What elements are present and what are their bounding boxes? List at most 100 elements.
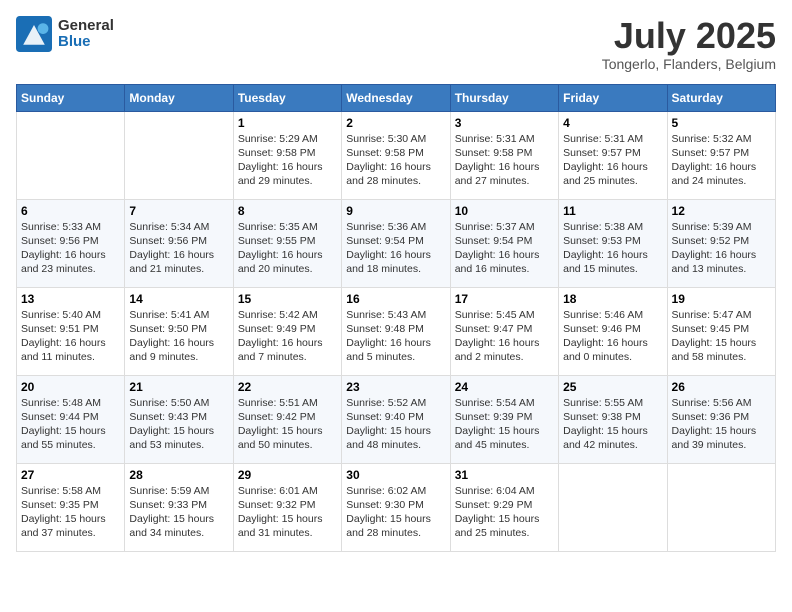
calendar-cell: 12 Sunrise: 5:39 AM Sunset: 9:52 PM Dayli… [667, 199, 775, 287]
day-number: 15 [238, 292, 337, 306]
day-number: 10 [455, 204, 554, 218]
day-number: 24 [455, 380, 554, 394]
cell-content: Sunrise: 6:04 AM Sunset: 9:29 PM Dayligh… [455, 484, 554, 541]
cell-content: Sunrise: 5:41 AM Sunset: 9:50 PM Dayligh… [129, 308, 228, 365]
calendar-week-row: 1 Sunrise: 5:29 AM Sunset: 9:58 PM Daylig… [17, 111, 776, 199]
calendar-cell [559, 463, 667, 551]
weekday-header-row: SundayMondayTuesdayWednesdayThursdayFrid… [17, 84, 776, 111]
cell-content: Sunrise: 5:48 AM Sunset: 9:44 PM Dayligh… [21, 396, 120, 453]
day-number: 16 [346, 292, 445, 306]
calendar-week-row: 13 Sunrise: 5:40 AM Sunset: 9:51 PM Dayli… [17, 287, 776, 375]
cell-content: Sunrise: 5:45 AM Sunset: 9:47 PM Dayligh… [455, 308, 554, 365]
day-number: 23 [346, 380, 445, 394]
cell-content: Sunrise: 5:37 AM Sunset: 9:54 PM Dayligh… [455, 220, 554, 277]
calendar-cell [667, 463, 775, 551]
day-number: 1 [238, 116, 337, 130]
calendar-cell: 30Sunrise: 6:02 AM Sunset: 9:30 PM Dayli… [342, 463, 450, 551]
calendar-cell: 3 Sunrise: 5:31 AM Sunset: 9:58 PM Daylig… [450, 111, 558, 199]
day-number: 6 [21, 204, 120, 218]
cell-content: Sunrise: 5:33 AM Sunset: 9:56 PM Dayligh… [21, 220, 120, 277]
calendar-cell: 24 Sunrise: 5:54 AM Sunset: 9:39 PM Dayli… [450, 375, 558, 463]
cell-content: Sunrise: 5:38 AM Sunset: 9:53 PM Dayligh… [563, 220, 662, 277]
day-number: 27 [21, 468, 120, 482]
calendar-cell: 11Sunrise: 5:38 AM Sunset: 9:53 PM Dayli… [559, 199, 667, 287]
cell-content: Sunrise: 5:52 AM Sunset: 9:40 PM Dayligh… [346, 396, 445, 453]
calendar-cell: 25 Sunrise: 5:55 AM Sunset: 9:38 PM Dayli… [559, 375, 667, 463]
day-number: 31 [455, 468, 554, 482]
cell-content: Sunrise: 6:01 AM Sunset: 9:32 PM Dayligh… [238, 484, 337, 541]
day-number: 29 [238, 468, 337, 482]
logo-line1: General [58, 18, 114, 35]
calendar-cell: 4 Sunrise: 5:31 AM Sunset: 9:57 PM Daylig… [559, 111, 667, 199]
location: Tongerlo, Flanders, Belgium [602, 56, 776, 72]
calendar-cell: 18Sunrise: 5:46 AM Sunset: 9:46 PM Dayli… [559, 287, 667, 375]
day-number: 22 [238, 380, 337, 394]
calendar-cell: 23 Sunrise: 5:52 AM Sunset: 9:40 PM Dayli… [342, 375, 450, 463]
weekday-header: Thursday [450, 84, 558, 111]
cell-content: Sunrise: 5:54 AM Sunset: 9:39 PM Dayligh… [455, 396, 554, 453]
calendar-cell: 31 Sunrise: 6:04 AM Sunset: 9:29 PM Dayli… [450, 463, 558, 551]
day-number: 28 [129, 468, 228, 482]
calendar-cell: 28Sunrise: 5:59 AM Sunset: 9:33 PM Dayli… [125, 463, 233, 551]
calendar-week-row: 27 Sunrise: 5:58 AM Sunset: 9:35 PM Dayli… [17, 463, 776, 551]
day-number: 17 [455, 292, 554, 306]
cell-content: Sunrise: 5:58 AM Sunset: 9:35 PM Dayligh… [21, 484, 120, 541]
cell-content: Sunrise: 5:51 AM Sunset: 9:42 PM Dayligh… [238, 396, 337, 453]
day-number: 5 [672, 116, 771, 130]
calendar-cell: 17 Sunrise: 5:45 AM Sunset: 9:47 PM Dayli… [450, 287, 558, 375]
month-title: July 2025 [602, 16, 776, 56]
calendar-cell: 22 Sunrise: 5:51 AM Sunset: 9:42 PM Dayli… [233, 375, 341, 463]
cell-content: Sunrise: 5:55 AM Sunset: 9:38 PM Dayligh… [563, 396, 662, 453]
calendar-cell: 26Sunrise: 5:56 AM Sunset: 9:36 PM Dayli… [667, 375, 775, 463]
cell-content: Sunrise: 5:43 AM Sunset: 9:48 PM Dayligh… [346, 308, 445, 365]
calendar-table: SundayMondayTuesdayWednesdayThursdayFrid… [16, 84, 776, 552]
weekday-header: Wednesday [342, 84, 450, 111]
day-number: 25 [563, 380, 662, 394]
calendar-cell: 15 Sunrise: 5:42 AM Sunset: 9:49 PM Dayli… [233, 287, 341, 375]
cell-content: Sunrise: 5:31 AM Sunset: 9:57 PM Dayligh… [563, 132, 662, 189]
logo-text: General Blue [58, 18, 114, 51]
cell-content: Sunrise: 5:36 AM Sunset: 9:54 PM Dayligh… [346, 220, 445, 277]
logo-line2: Blue [58, 34, 114, 51]
cell-content: Sunrise: 5:31 AM Sunset: 9:58 PM Dayligh… [455, 132, 554, 189]
day-number: 13 [21, 292, 120, 306]
cell-content: Sunrise: 5:42 AM Sunset: 9:49 PM Dayligh… [238, 308, 337, 365]
calendar-cell: 27 Sunrise: 5:58 AM Sunset: 9:35 PM Dayli… [17, 463, 125, 551]
day-number: 14 [129, 292, 228, 306]
calendar-week-row: 20 Sunrise: 5:48 AM Sunset: 9:44 PM Dayli… [17, 375, 776, 463]
day-number: 19 [672, 292, 771, 306]
day-number: 4 [563, 116, 662, 130]
cell-content: Sunrise: 5:40 AM Sunset: 9:51 PM Dayligh… [21, 308, 120, 365]
calendar-week-row: 6 Sunrise: 5:33 AM Sunset: 9:56 PM Daylig… [17, 199, 776, 287]
calendar-cell: 20 Sunrise: 5:48 AM Sunset: 9:44 PM Dayli… [17, 375, 125, 463]
weekday-header: Tuesday [233, 84, 341, 111]
calendar-cell: 6 Sunrise: 5:33 AM Sunset: 9:56 PM Daylig… [17, 199, 125, 287]
day-number: 12 [672, 204, 771, 218]
calendar-cell: 8Sunrise: 5:35 AM Sunset: 9:55 PM Daylig… [233, 199, 341, 287]
calendar-cell [17, 111, 125, 199]
day-number: 20 [21, 380, 120, 394]
calendar-cell: 14 Sunrise: 5:41 AM Sunset: 9:50 PM Dayli… [125, 287, 233, 375]
weekday-header: Saturday [667, 84, 775, 111]
cell-content: Sunrise: 5:50 AM Sunset: 9:43 PM Dayligh… [129, 396, 228, 453]
calendar-cell [125, 111, 233, 199]
calendar-cell: 16 Sunrise: 5:43 AM Sunset: 9:48 PM Dayli… [342, 287, 450, 375]
day-number: 3 [455, 116, 554, 130]
cell-content: Sunrise: 5:56 AM Sunset: 9:36 PM Dayligh… [672, 396, 771, 453]
weekday-header: Monday [125, 84, 233, 111]
calendar-cell: 19 Sunrise: 5:47 AM Sunset: 9:45 PM Dayli… [667, 287, 775, 375]
cell-content: Sunrise: 5:29 AM Sunset: 9:58 PM Dayligh… [238, 132, 337, 189]
day-number: 30 [346, 468, 445, 482]
calendar-cell: 1 Sunrise: 5:29 AM Sunset: 9:58 PM Daylig… [233, 111, 341, 199]
cell-content: Sunrise: 5:46 AM Sunset: 9:46 PM Dayligh… [563, 308, 662, 365]
day-number: 2 [346, 116, 445, 130]
day-number: 7 [129, 204, 228, 218]
calendar-cell: 2Sunrise: 5:30 AM Sunset: 9:58 PM Daylig… [342, 111, 450, 199]
calendar-cell: 10 Sunrise: 5:37 AM Sunset: 9:54 PM Dayli… [450, 199, 558, 287]
logo: General Blue [16, 16, 114, 52]
day-number: 21 [129, 380, 228, 394]
calendar-cell: 21 Sunrise: 5:50 AM Sunset: 9:43 PM Dayli… [125, 375, 233, 463]
calendar-cell: 29 Sunrise: 6:01 AM Sunset: 9:32 PM Dayli… [233, 463, 341, 551]
cell-content: Sunrise: 5:39 AM Sunset: 9:52 PM Dayligh… [672, 220, 771, 277]
cell-content: Sunrise: 5:47 AM Sunset: 9:45 PM Dayligh… [672, 308, 771, 365]
